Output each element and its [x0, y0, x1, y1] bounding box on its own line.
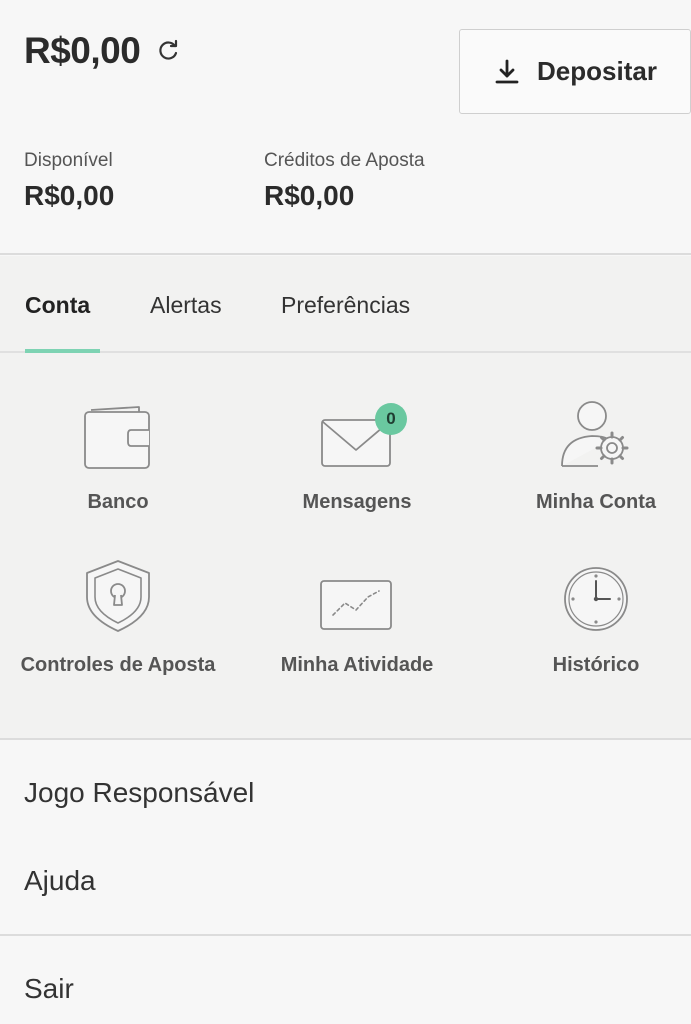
total-balance: R$0,00 [24, 30, 141, 71]
deposit-button-label: Depositar [537, 56, 657, 86]
bet-credits: Créditos de Aposta R$0,00 [264, 150, 425, 212]
tile-label: Minha Conta [536, 491, 656, 513]
unread-messages-badge: 0 [375, 403, 407, 435]
tile-label: Controles de Aposta [20, 654, 216, 676]
user-gear-icon [558, 398, 634, 475]
activity-chart-icon [319, 577, 395, 638]
tile-minha-conta[interactable]: Minha Conta [476, 395, 691, 514]
balance-row: R$0,00 [24, 30, 182, 72]
account-menu-grid: Banco 0 Mensagens Minha Conta Controles … [0, 353, 691, 739]
deposit-button[interactable]: Depositar [459, 29, 691, 114]
grid-divider [0, 738, 691, 740]
account-tabs: Conta Alertas Preferências [0, 256, 691, 352]
download-icon [493, 58, 521, 86]
link-jogo-responsavel[interactable]: Jogo Responsável [24, 777, 254, 809]
available-balance: Disponível R$0,00 [24, 150, 114, 212]
logout-link[interactable]: Sair [24, 973, 74, 1005]
tile-label: Mensagens [302, 491, 412, 513]
tile-minha-atividade[interactable]: Minha Atividade [237, 558, 477, 677]
tile-historico[interactable]: Histórico [476, 558, 691, 677]
logout-section: Sair [0, 936, 691, 1024]
shield-lock-icon [85, 559, 151, 638]
tab-conta[interactable]: Conta [25, 292, 90, 319]
credits-caption: Créditos de Aposta [264, 150, 425, 171]
tab-preferencias[interactable]: Preferências [281, 292, 410, 319]
link-ajuda[interactable]: Ajuda [24, 865, 96, 897]
tile-label: Histórico [552, 654, 640, 676]
tab-alertas[interactable]: Alertas [150, 292, 222, 319]
account-header: R$0,00 Depositar Disponível R$0,00 Crédi… [0, 0, 691, 255]
available-value: R$0,00 [24, 180, 115, 211]
header-divider [0, 253, 691, 255]
tile-mensagens[interactable]: 0 Mensagens [237, 395, 477, 514]
available-caption: Disponível [24, 150, 113, 171]
refresh-icon[interactable] [154, 37, 182, 65]
tile-label: Banco [87, 491, 149, 513]
wallet-icon [83, 404, 153, 475]
tile-controles-de-aposta[interactable]: Controles de Aposta [0, 558, 238, 677]
tile-banco[interactable]: Banco [0, 395, 238, 514]
credits-value: R$0,00 [264, 180, 355, 211]
clock-icon [562, 565, 630, 638]
tile-label: Minha Atividade [280, 654, 434, 676]
